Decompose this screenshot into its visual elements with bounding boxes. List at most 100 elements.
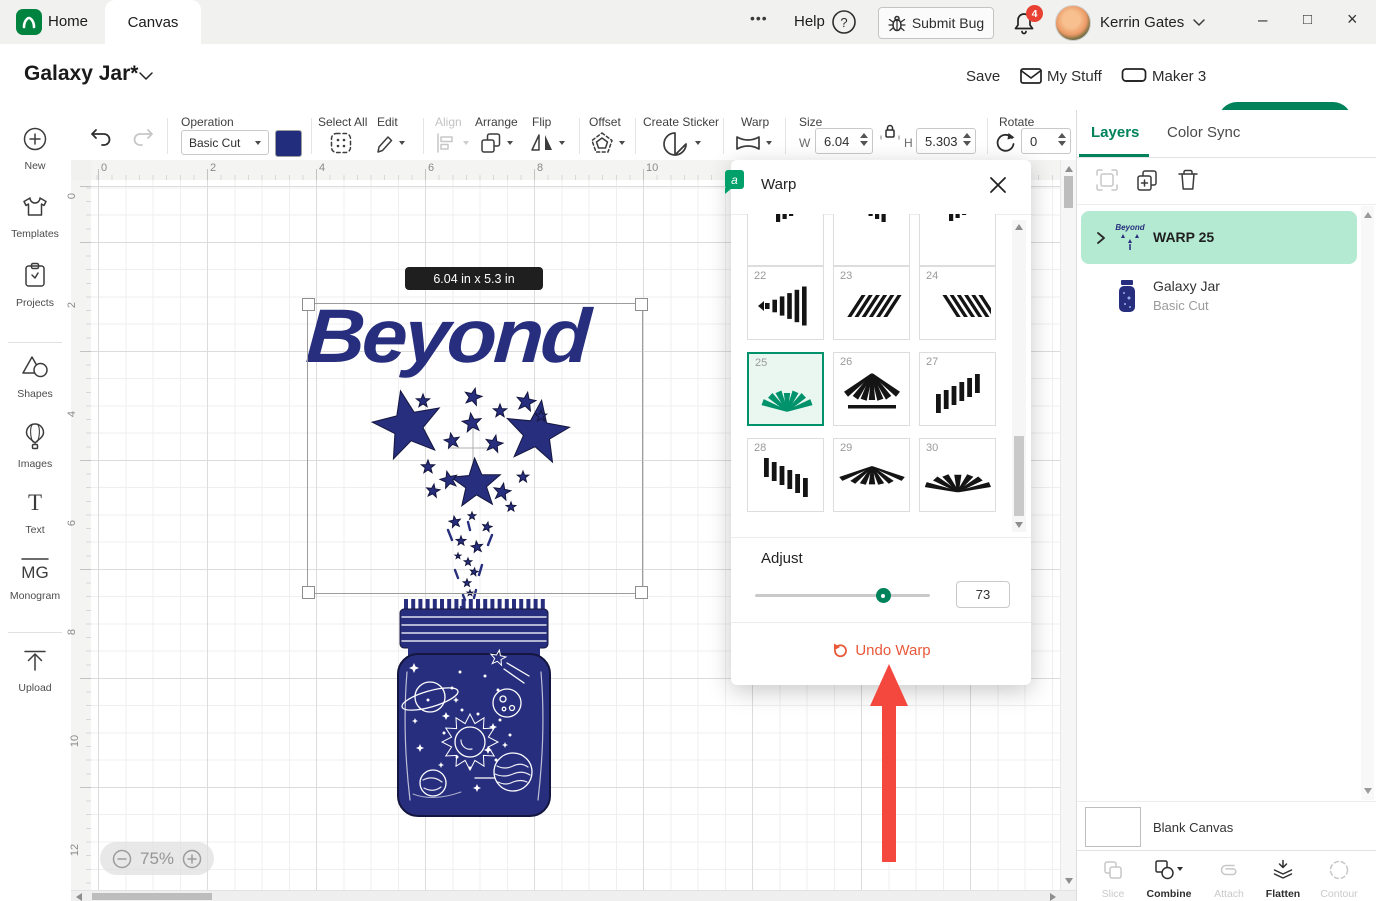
warp-icon[interactable]	[734, 132, 762, 154]
user-chevron-down-icon[interactable]	[1192, 18, 1206, 28]
undo-warp-button[interactable]: Undo Warp	[831, 642, 930, 659]
tab-layers[interactable]: Layers	[1091, 124, 1139, 141]
hscroll-thumb[interactable]	[92, 893, 212, 900]
adjust-value-input[interactable]: 73	[956, 581, 1010, 608]
create-sticker-icon[interactable]	[661, 130, 689, 158]
width-stepper[interactable]	[860, 133, 868, 146]
delete-trash-icon[interactable]	[1177, 168, 1199, 192]
offset-icon[interactable]	[589, 130, 615, 156]
scroll-up-icon[interactable]	[1065, 166, 1073, 172]
user-name[interactable]: Kerrin Gates	[1100, 14, 1184, 31]
operation-color-swatch[interactable]	[275, 130, 302, 157]
adjust-slider[interactable]	[755, 588, 930, 604]
zoom-out-icon[interactable]	[112, 849, 132, 869]
machine-icon[interactable]	[1121, 67, 1147, 85]
warp-style-27[interactable]: 27	[919, 352, 996, 426]
warp-caret-icon[interactable]	[766, 141, 772, 145]
submit-bug-button[interactable]: Submit Bug	[878, 7, 994, 39]
scroll-up-icon[interactable]	[1015, 224, 1023, 230]
sidebar-item-shapes[interactable]: Shapes	[0, 354, 70, 400]
warp-style-25-selected[interactable]: 25	[747, 352, 824, 426]
width-input[interactable]: 6.04	[815, 128, 873, 154]
tab-home[interactable]: Home	[48, 13, 88, 30]
maximize-button[interactable]: □	[1303, 11, 1312, 28]
sidebar-item-new[interactable]: New	[0, 126, 70, 172]
layers-scrollbar[interactable]	[1361, 206, 1374, 800]
machine-button[interactable]: Maker 3	[1152, 68, 1206, 85]
layer-row-warp25[interactable]: Beyond WARP 25	[1081, 211, 1357, 264]
warp-style-28[interactable]: 28	[747, 438, 824, 512]
title-chevron-down-icon[interactable]	[138, 71, 154, 82]
lock-icon[interactable]	[879, 122, 901, 142]
warp-style-29[interactable]: 29	[833, 438, 910, 512]
overflow-menu-button[interactable]: •••	[750, 10, 768, 26]
arrange-icon[interactable]	[479, 131, 503, 155]
flatten-button[interactable]: Flatten	[1255, 859, 1311, 900]
warp-scroll-thumb[interactable]	[1014, 436, 1024, 516]
zoom-in-icon[interactable]	[182, 849, 202, 869]
warp-style-26[interactable]: 26	[833, 352, 910, 426]
cricut-logo-icon[interactable]	[16, 9, 42, 35]
my-stuff-icon[interactable]	[1019, 66, 1043, 86]
layer-row-galaxy-jar[interactable]: Galaxy Jar Basic Cut	[1081, 270, 1357, 322]
warp-style-partial[interactable]	[747, 214, 824, 266]
tab-canvas[interactable]: Canvas	[105, 0, 201, 44]
help-icon[interactable]: ?	[831, 9, 857, 35]
scroll-right-icon[interactable]	[1050, 893, 1056, 901]
flip-icon[interactable]	[529, 131, 555, 155]
warp-style-partial[interactable]	[833, 214, 910, 266]
undo-icon[interactable]	[89, 123, 115, 147]
select-all-icon[interactable]	[329, 131, 353, 155]
duplicate-icon[interactable]	[1135, 168, 1159, 192]
operation-select[interactable]: Basic Cut	[181, 130, 269, 155]
create-sticker-caret-icon[interactable]	[695, 141, 701, 145]
offset-caret-icon[interactable]	[619, 141, 625, 145]
redo-icon[interactable]	[129, 123, 155, 147]
rotate-icon[interactable]	[993, 130, 1017, 154]
sidebar-item-upload[interactable]: Upload	[0, 648, 70, 694]
warp-close-icon[interactable]	[989, 176, 1007, 194]
tab-color-sync[interactable]: Color Sync	[1167, 124, 1240, 141]
flip-caret-icon[interactable]	[559, 141, 565, 145]
height-stepper[interactable]	[963, 133, 971, 146]
warp-style-24[interactable]: 24	[919, 266, 996, 340]
warp-style-22[interactable]: 22	[747, 266, 824, 340]
vscroll-thumb[interactable]	[1064, 176, 1073, 208]
sidebar-item-monogram[interactable]: MG Monogram	[0, 556, 70, 602]
edit-pencil-icon[interactable]	[374, 131, 396, 155]
scroll-down-icon[interactable]	[1364, 788, 1372, 794]
warp-list-scrollbar[interactable]	[1012, 220, 1026, 532]
canvas-vertical-scrollbar[interactable]	[1060, 160, 1077, 890]
sidebar-item-images[interactable]: Images	[0, 422, 70, 470]
project-title[interactable]: Galaxy Jar*	[24, 62, 138, 86]
rotate-input[interactable]: 0	[1021, 128, 1071, 154]
user-avatar[interactable]	[1055, 5, 1091, 41]
combine-button[interactable]: Combine	[1141, 859, 1197, 900]
scroll-up-icon[interactable]	[1364, 212, 1372, 218]
selection-box[interactable]	[307, 303, 643, 594]
height-input[interactable]: 5.303	[916, 128, 976, 154]
arrange-caret-icon[interactable]	[507, 141, 513, 145]
selection-handle-bl[interactable]	[302, 586, 315, 599]
scroll-down-icon[interactable]	[1065, 878, 1073, 884]
selection-handle-br[interactable]	[635, 586, 648, 599]
my-stuff-button[interactable]: My Stuff	[1047, 68, 1102, 85]
help-button[interactable]: Help	[794, 13, 825, 30]
blank-canvas-swatch[interactable]	[1085, 807, 1141, 847]
sidebar-item-projects[interactable]: Projects	[0, 262, 70, 309]
sidebar-item-text[interactable]: T Text	[0, 490, 70, 536]
selection-handle-tr[interactable]	[635, 298, 648, 311]
canvas-horizontal-scrollbar[interactable]	[71, 890, 1076, 901]
selection-handle-tl[interactable]	[302, 298, 315, 311]
slider-thumb[interactable]	[876, 588, 891, 603]
warp-style-23[interactable]: 23	[833, 266, 910, 340]
slider-track[interactable]	[755, 594, 930, 597]
scroll-down-icon[interactable]	[1015, 522, 1023, 528]
sidebar-item-templates[interactable]: Templates	[0, 194, 70, 240]
layer-expand-chevron-icon[interactable]	[1095, 231, 1107, 245]
warp-style-partial[interactable]	[919, 214, 996, 266]
warp-style-30[interactable]: 30	[919, 438, 996, 512]
scroll-left-icon[interactable]	[76, 893, 82, 901]
edit-caret-icon[interactable]	[399, 141, 405, 145]
minimize-button[interactable]: –	[1258, 10, 1267, 30]
